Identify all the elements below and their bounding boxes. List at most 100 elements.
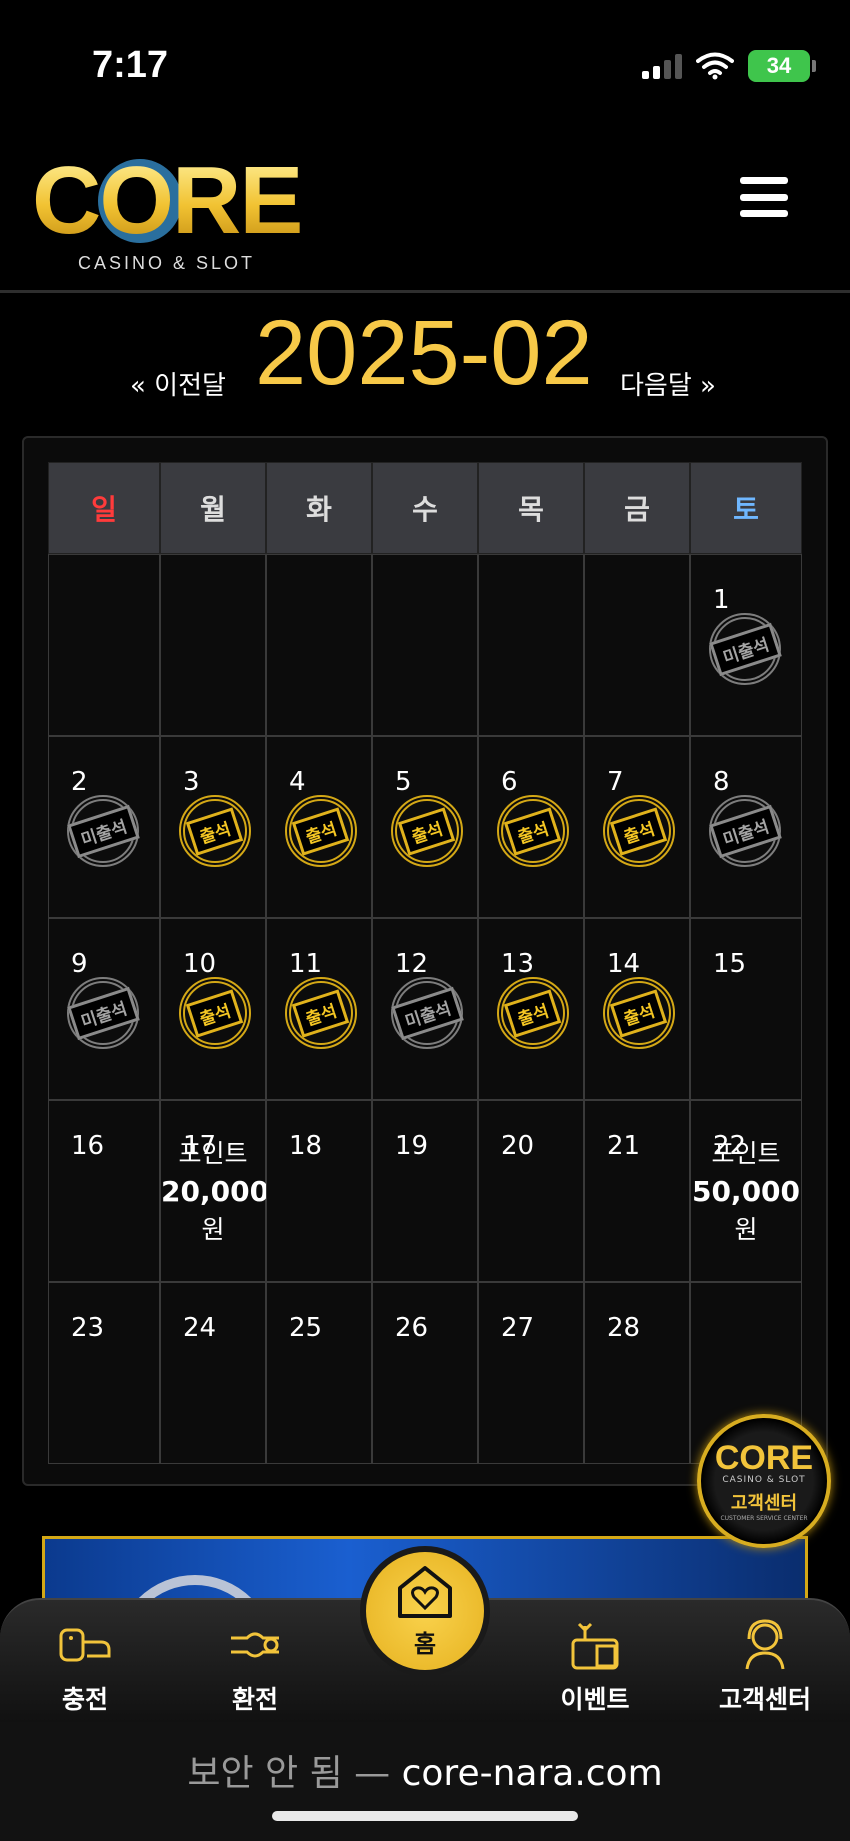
home-indicator[interactable] [272, 1811, 578, 1821]
day-number: 15 [713, 949, 747, 979]
calendar-empty-cell [584, 554, 690, 736]
site-logo[interactable]: CORE CASINO & SLOT [32, 145, 312, 275]
calendar-day-cell[interactable]: 21 [584, 1100, 690, 1282]
customer-center-float-button[interactable]: CORE CASINO & SLOT 고객센터 CUSTOMER SERVICE… [697, 1414, 831, 1548]
next-month-link[interactable]: 다음달 » [620, 365, 716, 402]
calendar-day-cell[interactable]: 1 미출석 [690, 554, 802, 736]
url-text[interactable]: 보안 안 됨 — core-nara.com [0, 1744, 850, 1796]
site-header: CORE CASINO & SLOT [0, 125, 850, 293]
calendar-day-cell[interactable]: 27 [478, 1282, 584, 1464]
status-icons: 34 [642, 50, 816, 82]
calendar-day-cell[interactable]: 15 [690, 918, 802, 1100]
day-number: 1 [713, 585, 730, 615]
day-number: 28 [607, 1313, 641, 1343]
nav-event-label: 이벤트 [560, 1685, 630, 1714]
day-number: 16 [71, 1131, 105, 1161]
calendar-day-cell[interactable]: 13 출석 [478, 918, 584, 1100]
cs-logo-sub: CASINO & SLOT [722, 1474, 806, 1485]
calendar-day-cell[interactable]: 2 미출석 [48, 736, 160, 918]
calendar-day-cell[interactable]: 16 [48, 1100, 160, 1282]
browser-url-bar[interactable]: 보안 안 됨 — core-nara.com [0, 1722, 850, 1841]
day-number: 8 [713, 767, 730, 797]
attended-stamp-icon: 출석 [603, 795, 675, 867]
calendar-day-cell[interactable]: 28 [584, 1282, 690, 1464]
day-number: 26 [395, 1313, 429, 1343]
support-agent-icon [736, 1616, 794, 1674]
calendar-day-cell[interactable]: 23 [48, 1282, 160, 1464]
attendance-calendar: 일월화수목금토 1 미출석 2 미출석 3 출석 4 출석 5 출석 6 출석 7 출석 8 미출석 9 미출석 1… [22, 436, 828, 1486]
nav-charge[interactable]: 충전 [25, 1616, 145, 1716]
prev-month-link[interactable]: « 이전달 [130, 365, 226, 402]
month-navigation: « 이전달 2025-02 다음달 » [0, 295, 850, 435]
nav-support[interactable]: 고객센터 [705, 1616, 825, 1716]
cs-tiny: CUSTOMER SERVICE CENTER [720, 1514, 808, 1522]
calendar-day-cell[interactable]: 26 [372, 1282, 478, 1464]
calendar-empty-cell [266, 554, 372, 736]
stamp-label: 출석 [186, 988, 244, 1038]
home-heart-icon [398, 1565, 452, 1618]
nav-event[interactable]: 이벤트 [535, 1616, 655, 1716]
day-number: 24 [183, 1313, 217, 1343]
calendar-day-cell[interactable]: 14 출석 [584, 918, 690, 1100]
gift-icon [566, 1616, 624, 1674]
stamp-label: 출석 [504, 806, 562, 856]
reward-unit: 원 [734, 1215, 758, 1244]
calendar-empty-cell [160, 554, 266, 736]
calendar-day-cell[interactable]: 6 출석 [478, 736, 584, 918]
stamp-label: 미출석 [708, 622, 782, 676]
hamburger-menu-icon[interactable] [740, 177, 788, 217]
calendar-day-cell[interactable]: 3 출석 [160, 736, 266, 918]
calendar-day-cell[interactable]: 5 출석 [372, 736, 478, 918]
calendar-day-cell[interactable]: 7 출석 [584, 736, 690, 918]
calendar-day-cell[interactable]: 10 출석 [160, 918, 266, 1100]
day-number: 6 [501, 767, 518, 797]
reward-label: 포인트 [711, 1139, 781, 1168]
missed-stamp-icon: 미출석 [66, 795, 140, 867]
exchange-icon [226, 1616, 284, 1674]
stamp-label: 출석 [610, 806, 668, 856]
calendar-day-cell[interactable]: 25 [266, 1282, 372, 1464]
cellular-signal-icon [642, 53, 682, 79]
logo-subtitle: CASINO & SLOT [78, 253, 256, 273]
nav-home-label: 홈 [413, 1629, 437, 1658]
calendar-day-cell[interactable]: 12 미출석 [372, 918, 478, 1100]
stamp-label: 출석 [292, 988, 350, 1038]
charge-icon [56, 1616, 114, 1674]
calendar-day-cell[interactable]: 9 미출석 [48, 918, 160, 1100]
url-domain: core-nara.com [401, 1753, 663, 1794]
calendar-day-cell[interactable]: 19 [372, 1100, 478, 1282]
weekday-header-cell: 일 [48, 462, 160, 554]
calendar-day-cell[interactable]: 4 출석 [266, 736, 372, 918]
day-number: 9 [71, 949, 88, 979]
calendar-day-cell[interactable]: 11 출석 [266, 918, 372, 1100]
stamp-label: 미출석 [708, 804, 782, 858]
calendar-week-row: 16 17 포인트 20,000 원 18 19 20 21 22 포인트 50,000 원 [48, 1100, 802, 1282]
calendar-day-cell[interactable]: 20 [478, 1100, 584, 1282]
calendar-day-cell[interactable]: 17 포인트 20,000 원 [160, 1100, 269, 1282]
calendar-week-row: 23 24 25 26 27 28 [48, 1282, 802, 1464]
nav-home-button[interactable]: 홈 [360, 1546, 490, 1676]
missed-stamp-icon: 미출석 [708, 613, 782, 685]
nav-charge-label: 충전 [61, 1685, 108, 1714]
stamp-label: 미출석 [66, 804, 140, 858]
day-number: 27 [501, 1313, 535, 1343]
calendar-day-cell[interactable]: 8 미출석 [690, 736, 802, 918]
status-time: 7:17 [92, 44, 169, 86]
calendar-day-cell[interactable]: 18 [266, 1100, 372, 1282]
day-number: 21 [607, 1131, 641, 1161]
day-number: 11 [289, 949, 323, 979]
attended-stamp-icon: 출석 [603, 977, 675, 1049]
nav-exchange[interactable]: 환전 [195, 1616, 315, 1716]
weekday-header-cell: 월 [160, 462, 266, 554]
day-number: 5 [395, 767, 412, 797]
missed-stamp-icon: 미출석 [708, 795, 782, 867]
weekday-header-cell: 목 [478, 462, 584, 554]
calendar-day-cell[interactable]: 22 포인트 50,000 원 [690, 1100, 802, 1282]
day-number: 2 [71, 767, 88, 797]
missed-stamp-icon: 미출석 [390, 977, 464, 1049]
stamp-label: 출석 [610, 988, 668, 1038]
calendar-empty-cell [478, 554, 584, 736]
calendar-empty-cell [372, 554, 478, 736]
calendar-week-row: 9 미출석 10 출석 11 출석 12 미출석 13 출석 14 출석 15 [48, 918, 802, 1100]
calendar-day-cell[interactable]: 24 [160, 1282, 266, 1464]
